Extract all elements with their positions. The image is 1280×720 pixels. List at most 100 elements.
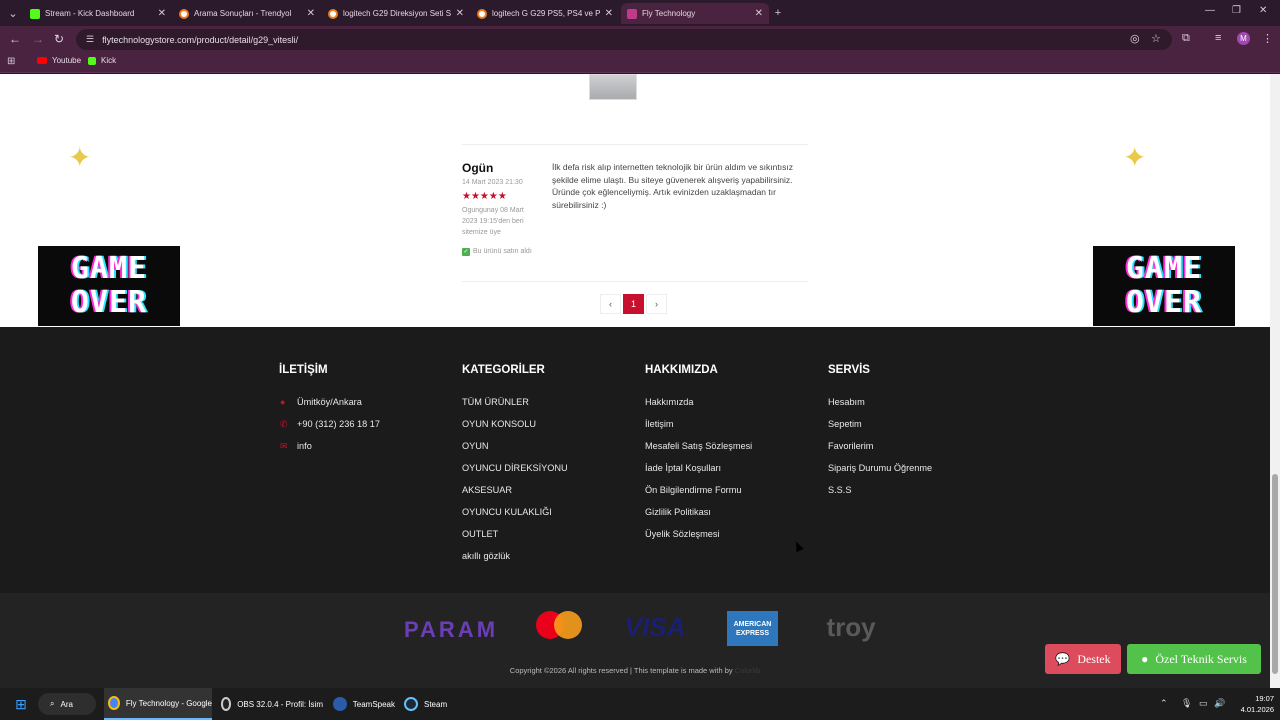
close-icon[interactable]: ✕ <box>456 8 464 19</box>
taskbar-steam[interactable]: Steam <box>400 688 450 720</box>
category-link[interactable]: OYUNCU DİREKSİYONU <box>462 463 568 473</box>
system-clock[interactable]: 19:07 4.01.2026 <box>1228 693 1274 715</box>
tab-trendyol-search[interactable]: Arama Sonuçları - Trendyol ✕ <box>173 3 321 24</box>
microphone-icon[interactable]: 🎙 <box>1181 698 1192 709</box>
volume-icon[interactable]: 🔊 <box>1214 698 1225 709</box>
category-link[interactable]: TÜM ÜRÜNLER <box>462 397 529 407</box>
mail-icon: ✉ <box>280 441 288 451</box>
contact-heading: İLETİŞİM <box>279 364 328 376</box>
bookmark-kick[interactable]: Kick <box>88 56 116 65</box>
kick-icon <box>30 8 40 19</box>
taskbar-teamspeak[interactable]: TeamSpeak <box>329 688 395 720</box>
taskbar-label: Fly Technology - Google <box>125 698 212 708</box>
category-link[interactable]: OUTLET <box>462 529 498 539</box>
close-icon[interactable]: ✕ <box>755 8 763 19</box>
tab-strip: ⌄ Stream - Kick Dashboard ✕ Arama Sonuçl… <box>0 0 1280 26</box>
contact-email[interactable]: info <box>297 441 312 451</box>
pagination: ‹ 1 › <box>600 294 667 314</box>
plus-icon: + <box>774 7 782 19</box>
about-link[interactable]: Ön Bilgilendirme Formu <box>645 485 742 495</box>
youtube-icon <box>37 57 47 64</box>
check-icon: ✓ <box>462 248 470 256</box>
visa-logo: VISA <box>624 611 686 642</box>
about-link[interactable]: Üyelik Sözleşmesi <box>645 529 720 539</box>
close-icon[interactable]: ✕ <box>307 8 315 19</box>
service-link[interactable]: Sepetim <box>828 419 862 429</box>
support-button[interactable]: 💬 Destek <box>1045 644 1121 674</box>
trendyol-icon <box>328 8 338 19</box>
address-bar[interactable]: ☰ flytechnologystore.com/product/detail/… <box>76 29 1172 50</box>
site-info-icon[interactable]: ☰ <box>86 34 94 45</box>
troy-logo: troy <box>826 611 876 642</box>
category-link[interactable]: OYUN KONSOLU <box>462 419 536 429</box>
category-link[interactable]: OYUNCU KULAKLIĞI <box>462 507 552 517</box>
new-tab-button[interactable]: + <box>768 4 788 22</box>
start-button[interactable]: ⊞ <box>10 688 32 720</box>
clock-time: 19:07 <box>1255 694 1274 703</box>
avatar-initial: M <box>1240 34 1247 43</box>
service-link[interactable]: Favorilerim <box>828 441 873 451</box>
media-icon[interactable]: ≡ <box>1215 32 1221 44</box>
tray-expand-icon[interactable]: ⌃ <box>1160 698 1168 709</box>
product-thumbnail[interactable] <box>589 74 637 100</box>
apps-grid-icon[interactable]: ⊞ <box>7 56 15 67</box>
verified-purchase: ✓ Bu ürünü satın aldı <box>462 247 536 257</box>
restore-icon[interactable]: ❐ <box>1232 5 1241 16</box>
minimize-icon[interactable]: — <box>1205 5 1215 16</box>
category-link[interactable]: OYUN <box>462 441 489 451</box>
technical-service-label: Özel Teknik Servis <box>1155 651 1247 666</box>
taskbar-chrome[interactable]: Fly Technology - Google <box>104 688 212 720</box>
scrollbar-thumb[interactable] <box>1272 474 1278 674</box>
tab-title: Fly Technology <box>642 9 696 18</box>
fly-icon <box>627 8 637 19</box>
bookmark-label: Youtube <box>52 56 82 65</box>
technical-service-button[interactable]: ● Özel Teknik Servis <box>1127 644 1261 674</box>
tab-kick[interactable]: Stream - Kick Dashboard ✕ <box>24 3 172 24</box>
menu-icon[interactable]: ⋮ <box>1262 32 1273 45</box>
eye-off-icon[interactable]: ◎ <box>1130 32 1140 45</box>
screen: ⌄ Stream - Kick Dashboard ✕ Arama Sonuçl… <box>0 0 1280 720</box>
tab-title: logitech G G29 PS5, PS4 ve PC <box>492 9 600 18</box>
service-link[interactable]: S.S.S <box>828 485 852 495</box>
service-link[interactable]: Hesabım <box>828 397 865 407</box>
extensions-icon[interactable]: ⧉ <box>1182 32 1190 45</box>
reload-icon[interactable]: ↻ <box>54 32 64 46</box>
amex-logo: AMERICAN EXPRESS <box>727 611 778 646</box>
close-icon[interactable]: ✕ <box>605 8 613 19</box>
category-link[interactable]: akıllı gözlük <box>462 551 510 561</box>
forward-icon[interactable]: → <box>32 32 44 46</box>
tab-trendyol-g29-ps5[interactable]: logitech G G29 PS5, PS4 ve PC ✕ <box>471 3 619 24</box>
game-over-text: OVER <box>70 285 148 320</box>
tab-title: Stream - Kick Dashboard <box>45 9 135 18</box>
about-link[interactable]: Hakkımızda <box>645 397 694 407</box>
next-page-button[interactable]: › <box>646 294 667 314</box>
tab-fly-technology[interactable]: Fly Technology ✕ <box>621 3 769 24</box>
about-link[interactable]: Mesafeli Satış Sözleşmesi <box>645 441 752 451</box>
tab-search-button[interactable]: ⌄ <box>3 4 23 22</box>
template-credit-link[interactable]: Colorlib <box>735 666 760 675</box>
about-link[interactable]: İletişim <box>645 419 674 429</box>
bookmark-star-icon[interactable]: ☆ <box>1151 32 1161 45</box>
bookmark-youtube[interactable]: Youtube <box>37 56 81 65</box>
page-1-button[interactable]: 1 <box>623 294 644 314</box>
contact-phone[interactable]: +90 (312) 236 18 17 <box>297 419 380 429</box>
profile-avatar[interactable]: M <box>1237 32 1250 45</box>
location-icon: ● <box>280 397 286 407</box>
chat-icon: 💬 <box>1055 651 1071 666</box>
close-window-icon[interactable]: ✕ <box>1259 5 1267 16</box>
taskbar-obs[interactable]: OBS 32.0.4 - Profil: İsim <box>217 688 323 720</box>
about-link[interactable]: Gizlilik Politikası <box>645 507 711 517</box>
category-link[interactable]: AKSESUAR <box>462 485 512 495</box>
page-scrollbar[interactable] <box>1270 74 1280 688</box>
service-link[interactable]: Sipariş Durumu Öğrenme <box>828 463 932 473</box>
url-text[interactable]: flytechnologystore.com/product/detail/g2… <box>102 35 298 45</box>
close-icon[interactable]: ✕ <box>158 8 166 19</box>
taskbar-search[interactable]: ⌕ Ara <box>38 693 96 715</box>
site-footer: İLETİŞİM ● Ümitköy/Ankara ✆ +90 (312) 23… <box>0 327 1270 593</box>
back-icon[interactable]: ← <box>9 32 21 46</box>
network-icon[interactable]: ▭ <box>1199 698 1208 709</box>
about-link[interactable]: İade İptal Koşulları <box>645 463 721 473</box>
tab-trendyol-g29[interactable]: logitech G29 Direksiyon Seti Sh ✕ <box>322 3 470 24</box>
prev-page-button[interactable]: ‹ <box>600 294 621 314</box>
windows-taskbar: ⊞ ⌕ Ara Fly Technology - Google OBS 32.0.… <box>0 688 1280 720</box>
